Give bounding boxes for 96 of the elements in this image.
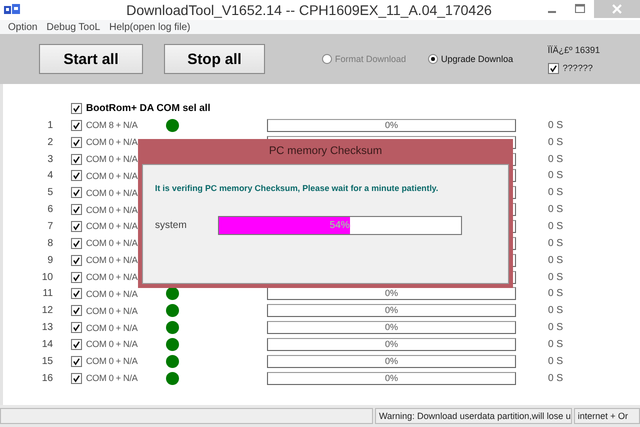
row-number: 14	[40, 338, 53, 350]
port-checkbox[interactable]	[71, 372, 82, 384]
select-all-label: BootRom+ DA COM sel all	[86, 103, 210, 114]
progress-bar: 0%	[267, 354, 516, 368]
elapsed-time: 0 S	[548, 338, 564, 350]
port-label: COM 0 + N/A	[86, 288, 138, 299]
port-label: COM 0 + N/A	[86, 137, 138, 148]
menu-item[interactable]: Debug TooL	[46, 22, 100, 32]
status-dot	[166, 354, 179, 368]
row-number: 7	[46, 220, 53, 232]
port-label: COM 0 + N/A	[86, 272, 138, 282]
row-number: 10	[40, 272, 53, 283]
select-all-checkbox[interactable]	[71, 103, 82, 114]
port-checkbox[interactable]	[71, 120, 82, 131]
status-dot	[166, 304, 179, 318]
port-label: COM 8 + N/A	[86, 120, 138, 130]
port-checkbox[interactable]	[71, 254, 82, 266]
elapsed-time: 0 S	[548, 154, 564, 165]
port-checkbox[interactable]	[71, 220, 82, 232]
port-label: COM 0 + N/A	[86, 204, 138, 215]
option-checkbox[interactable]	[548, 62, 559, 74]
port-checkbox[interactable]	[71, 322, 82, 334]
elapsed-time: 0 S	[548, 288, 564, 300]
mode-radio[interactable]: Upgrade Downloa	[428, 54, 514, 64]
port-checkbox[interactable]	[71, 338, 82, 350]
port-checkbox[interactable]	[71, 305, 82, 316]
dialog-message: It is verifing PC memory Checksum, Please wait for a minute patiently.	[155, 183, 440, 193]
port-checkbox[interactable]	[71, 204, 82, 216]
info-label: ÏÏÄ¿£º 16391	[548, 44, 600, 54]
status-dot	[166, 321, 179, 334]
row-number: 9	[46, 254, 53, 266]
port-label: COM 0 + N/A	[86, 221, 138, 232]
port-checkbox[interactable]	[71, 154, 82, 165]
row-number: 5	[46, 187, 53, 198]
port-checkbox[interactable]	[71, 288, 82, 300]
progress-bar: 0%	[267, 321, 516, 334]
elapsed-time: 0 S	[548, 136, 564, 148]
elapsed-time: 0 S	[548, 254, 564, 266]
row-number: 13	[40, 322, 53, 334]
port-label: COM 0 + N/A	[86, 170, 138, 181]
port-label: COM 0 + N/A	[86, 238, 138, 248]
port-checkbox[interactable]	[71, 272, 82, 283]
port-label: COM 0 + N/A	[86, 339, 138, 350]
elapsed-time: 0 S	[548, 272, 564, 283]
dialog-title: PC memory Checksum	[268, 145, 382, 157]
row-number: 16	[40, 372, 53, 384]
progress-bar: 0%	[267, 304, 516, 318]
option-label: ??????	[562, 63, 593, 73]
elapsed-time: 0 S	[548, 187, 564, 198]
row-number: 12	[40, 305, 53, 316]
status-dot	[166, 287, 179, 300]
row-number: 6	[46, 204, 53, 216]
menu-item[interactable]: Help(open log file)	[109, 22, 190, 32]
port-label: COM 0 + N/A	[86, 322, 138, 333]
status-dot	[166, 338, 179, 351]
row-number: 3	[46, 154, 53, 165]
status-text: internet + Or	[574, 408, 640, 424]
elapsed-time: 0 S	[548, 204, 564, 216]
app-icon	[4, 4, 20, 16]
elapsed-time: 0 S	[548, 372, 564, 384]
port-label: COM 0 + N/A	[86, 306, 138, 316]
progress-bar: 0%	[267, 118, 516, 132]
port-checkbox[interactable]	[71, 238, 82, 249]
menu-item[interactable]: Option	[8, 22, 38, 32]
port-label: COM 0 + N/A	[86, 154, 138, 164]
elapsed-time: 0 S	[548, 120, 564, 131]
port-label: COM 0 + N/A	[86, 255, 138, 266]
port-label: COM 0 + N/A	[86, 373, 138, 384]
stop-all-button[interactable]: Stop all	[164, 44, 265, 74]
port-checkbox[interactable]	[71, 136, 82, 148]
port-label: COM 0 + N/A	[86, 356, 138, 366]
status-dot	[166, 372, 179, 385]
row-number: 11	[42, 288, 53, 300]
row-number: 15	[40, 356, 53, 367]
port-label: COM 0 + N/A	[86, 188, 138, 198]
partition-label: system	[155, 220, 188, 231]
port-checkbox[interactable]	[71, 187, 82, 198]
elapsed-time: 0 S	[548, 220, 564, 232]
port-checkbox[interactable]	[71, 170, 82, 182]
elapsed-time: 0 S	[548, 322, 564, 334]
progress-bar: 0%	[267, 372, 516, 385]
port-checkbox[interactable]	[71, 356, 82, 367]
progress-bar: 0%	[267, 338, 516, 351]
progress-reading: 54%	[328, 219, 350, 233]
elapsed-time: 0 S	[548, 170, 564, 182]
row-number: 1	[46, 120, 53, 131]
row-number: 8	[46, 238, 53, 249]
status-dot	[166, 118, 179, 132]
window-title: DownloadTool_V1652.14 -- CPH1609EX_11_A.04_170426	[125, 2, 493, 18]
elapsed-time: 0 S	[548, 356, 564, 367]
start-all-button[interactable]: Start all	[39, 44, 143, 74]
elapsed-time: 0 S	[548, 238, 564, 249]
elapsed-time: 0 S	[548, 305, 564, 316]
status-text: Warning: Download userdata partition,will lose u	[375, 408, 572, 424]
row-number: 2	[46, 136, 53, 148]
row-number: 4	[46, 170, 53, 182]
